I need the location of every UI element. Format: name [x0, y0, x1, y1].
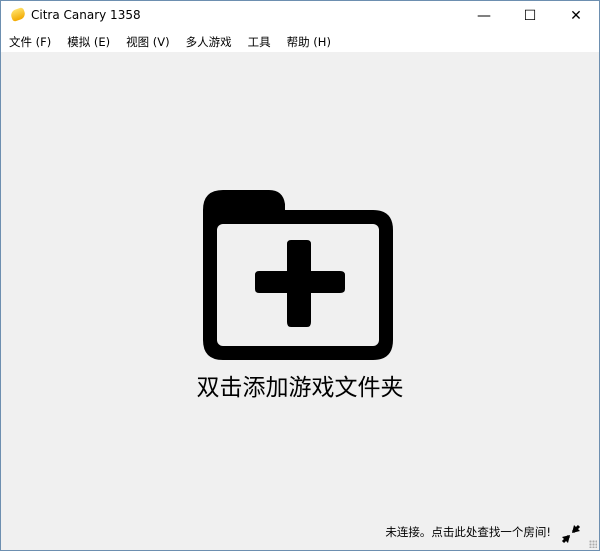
menu-bar: 文件 (F) 模拟 (E) 视图 (V) 多人游戏 工具 帮助 (H)	[1, 31, 599, 52]
minimize-button[interactable]: —	[461, 1, 507, 31]
folder-add-icon	[203, 190, 393, 360]
network-disconnected-icon[interactable]	[561, 524, 581, 544]
resize-grip[interactable]	[589, 540, 597, 548]
network-status-text[interactable]: 未连接。点击此处查找一个房间!	[385, 524, 551, 540]
add-game-folder-area[interactable]: 双击添加游戏文件夹	[1, 186, 599, 402]
close-button[interactable]: ✕	[553, 1, 599, 31]
menu-file[interactable]: 文件 (F)	[1, 31, 59, 52]
maximize-button[interactable]: ☐	[507, 1, 553, 31]
add-folder-caption: 双击添加游戏文件夹	[196, 375, 404, 401]
menu-emulation[interactable]: 模拟 (E)	[59, 31, 118, 52]
title-bar: Citra Canary 1358 — ☐ ✕	[1, 1, 599, 31]
window-title: Citra Canary 1358	[31, 8, 141, 22]
menu-view[interactable]: 视图 (V)	[118, 31, 178, 52]
menu-tools[interactable]: 工具	[240, 31, 279, 52]
menu-multiplayer[interactable]: 多人游戏	[178, 31, 240, 52]
main-window: Citra Canary 1358 — ☐ ✕ 文件 (F) 模拟 (E) 视图…	[0, 0, 600, 551]
menu-help[interactable]: 帮助 (H)	[279, 31, 339, 52]
citra-app-icon	[9, 6, 27, 23]
